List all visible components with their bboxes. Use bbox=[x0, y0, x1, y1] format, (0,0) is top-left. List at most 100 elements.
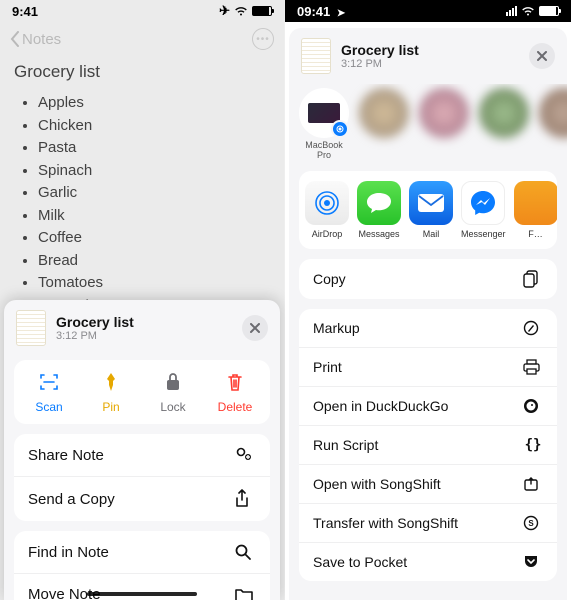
share-note-button[interactable]: Share Note bbox=[14, 434, 270, 476]
run-script-button[interactable]: Run Script {} bbox=[299, 425, 557, 464]
share-sheet: Grocery list 3:12 PM Scan Pin Lock bbox=[4, 300, 280, 600]
back-button[interactable]: Notes bbox=[10, 31, 61, 48]
list-item: Coffee bbox=[38, 227, 270, 250]
app-messenger[interactable]: Messenger bbox=[461, 181, 506, 239]
lock-label: Lock bbox=[160, 400, 185, 414]
note-thumbnail-icon bbox=[301, 38, 331, 74]
scan-icon bbox=[37, 370, 61, 394]
close-icon bbox=[250, 323, 260, 333]
transfer-songshift-button[interactable]: Transfer with SongShift S bbox=[299, 503, 557, 542]
sheet-subtitle: 3:12 PM bbox=[341, 58, 419, 70]
app-label: Messenger bbox=[461, 229, 506, 239]
action-label: Open with SongShift bbox=[313, 476, 441, 492]
battery-icon bbox=[539, 6, 559, 16]
wifi-icon bbox=[521, 6, 535, 16]
airdrop-target-blurred[interactable] bbox=[419, 88, 469, 161]
status-time: 09:41 bbox=[297, 4, 330, 19]
app-label: Mail bbox=[423, 229, 440, 239]
list-item: Chicken bbox=[38, 115, 270, 138]
markup-button[interactable]: Markup bbox=[299, 309, 557, 347]
macbook-icon bbox=[299, 88, 349, 138]
status-bar: 9:41 ✈ bbox=[0, 0, 284, 22]
list-item: Milk bbox=[38, 205, 270, 228]
lock-icon bbox=[161, 370, 185, 394]
find-label: Find in Note bbox=[28, 544, 109, 561]
close-icon bbox=[537, 51, 547, 61]
scan-label: Scan bbox=[35, 400, 62, 414]
action-label: Markup bbox=[313, 320, 360, 336]
airplane-icon: ✈ bbox=[219, 3, 230, 19]
sheet-header: Grocery list 3:12 PM bbox=[289, 28, 567, 84]
cellular-icon bbox=[506, 6, 517, 16]
search-icon bbox=[234, 543, 256, 561]
collaborate-icon bbox=[234, 446, 256, 464]
pin-label: Pin bbox=[102, 400, 119, 414]
app-messages[interactable]: Messages bbox=[357, 181, 401, 239]
chevron-left-icon bbox=[10, 31, 20, 47]
open-duckduckgo-button[interactable]: Open in DuckDuckGo bbox=[299, 386, 557, 425]
copy-group: Copy bbox=[299, 259, 557, 299]
folder-icon bbox=[234, 587, 256, 600]
trash-icon bbox=[223, 370, 247, 394]
actions-group: Markup Print Open in DuckDuckGo Run Scri… bbox=[299, 309, 557, 581]
copy-label: Copy bbox=[313, 271, 346, 287]
delete-button[interactable]: Delete bbox=[204, 370, 266, 414]
share-note-label: Share Note bbox=[28, 447, 104, 464]
messenger-icon bbox=[461, 181, 505, 225]
action-group-share: Share Note Send a Copy bbox=[14, 434, 270, 521]
home-indicator[interactable] bbox=[87, 592, 197, 596]
action-label: Print bbox=[313, 359, 342, 375]
phone-left-notes: 9:41 ✈ Notes ••• Grocery list Apples Chi… bbox=[0, 0, 285, 600]
app-mail[interactable]: Mail bbox=[409, 181, 453, 239]
scan-button[interactable]: Scan bbox=[18, 370, 80, 414]
airdrop-target-blurred[interactable] bbox=[479, 88, 529, 161]
mail-icon bbox=[409, 181, 453, 225]
more-button[interactable]: ••• bbox=[252, 28, 274, 50]
app-label: AirDrop bbox=[312, 229, 343, 239]
save-pocket-button[interactable]: Save to Pocket bbox=[299, 542, 557, 581]
send-copy-button[interactable]: Send a Copy bbox=[14, 476, 270, 521]
airdrop-target-label: MacBook Pro bbox=[305, 141, 343, 161]
sheet-subtitle: 3:12 PM bbox=[56, 330, 134, 342]
sheet-header: Grocery list 3:12 PM bbox=[4, 300, 280, 356]
lock-button[interactable]: Lock bbox=[142, 370, 204, 414]
app-partial[interactable]: F… bbox=[514, 181, 557, 239]
action-label: Run Script bbox=[313, 437, 378, 453]
copy-icon bbox=[523, 270, 543, 288]
print-icon bbox=[523, 359, 543, 375]
share-apps-row[interactable]: AirDrop Messages Mail Messenger F… bbox=[299, 171, 557, 249]
pin-button[interactable]: Pin bbox=[80, 370, 142, 414]
open-in-icon bbox=[523, 476, 543, 492]
open-songshift-button[interactable]: Open with SongShift bbox=[299, 464, 557, 503]
app-airdrop[interactable]: AirDrop bbox=[305, 181, 349, 239]
close-button[interactable] bbox=[242, 315, 268, 341]
grocery-list: Apples Chicken Pasta Spinach Garlic Milk… bbox=[14, 92, 270, 317]
quick-actions: Scan Pin Lock Delete bbox=[14, 360, 270, 424]
airdrop-target-macbook[interactable]: MacBook Pro bbox=[299, 88, 349, 161]
note-content: Grocery list Apples Chicken Pasta Spinac… bbox=[0, 56, 284, 323]
action-label: Save to Pocket bbox=[313, 554, 407, 570]
copy-button[interactable]: Copy bbox=[299, 259, 557, 299]
status-time: 9:41 bbox=[12, 4, 38, 19]
action-label: Open in DuckDuckGo bbox=[313, 398, 448, 414]
app-label: Messages bbox=[358, 229, 399, 239]
action-group-note: Find in Note Move Note Lines & Grids bbox=[14, 531, 270, 600]
sheet-title: Grocery list bbox=[341, 42, 419, 58]
messages-icon bbox=[357, 181, 401, 225]
airdrop-target-blurred[interactable] bbox=[539, 88, 567, 161]
list-item: Apples bbox=[38, 92, 270, 115]
airdrop-target-blurred[interactable] bbox=[359, 88, 409, 161]
app-partial-icon bbox=[514, 181, 557, 225]
send-copy-label: Send a Copy bbox=[28, 491, 115, 508]
songshift-icon: S bbox=[523, 515, 543, 531]
phone-right-share-sheet: 09:41 ➤ Grocery list 3:12 PM bbox=[285, 0, 571, 600]
airdrop-targets-row[interactable]: MacBook Pro bbox=[289, 84, 567, 171]
print-button[interactable]: Print bbox=[299, 347, 557, 386]
wifi-icon bbox=[234, 6, 248, 16]
status-bar: 09:41 ➤ bbox=[285, 0, 571, 22]
share-icon bbox=[234, 489, 256, 509]
list-item: Tomatoes bbox=[38, 272, 270, 295]
list-item: Bread bbox=[38, 250, 270, 273]
find-in-note-button[interactable]: Find in Note bbox=[14, 531, 270, 573]
close-button[interactable] bbox=[529, 43, 555, 69]
